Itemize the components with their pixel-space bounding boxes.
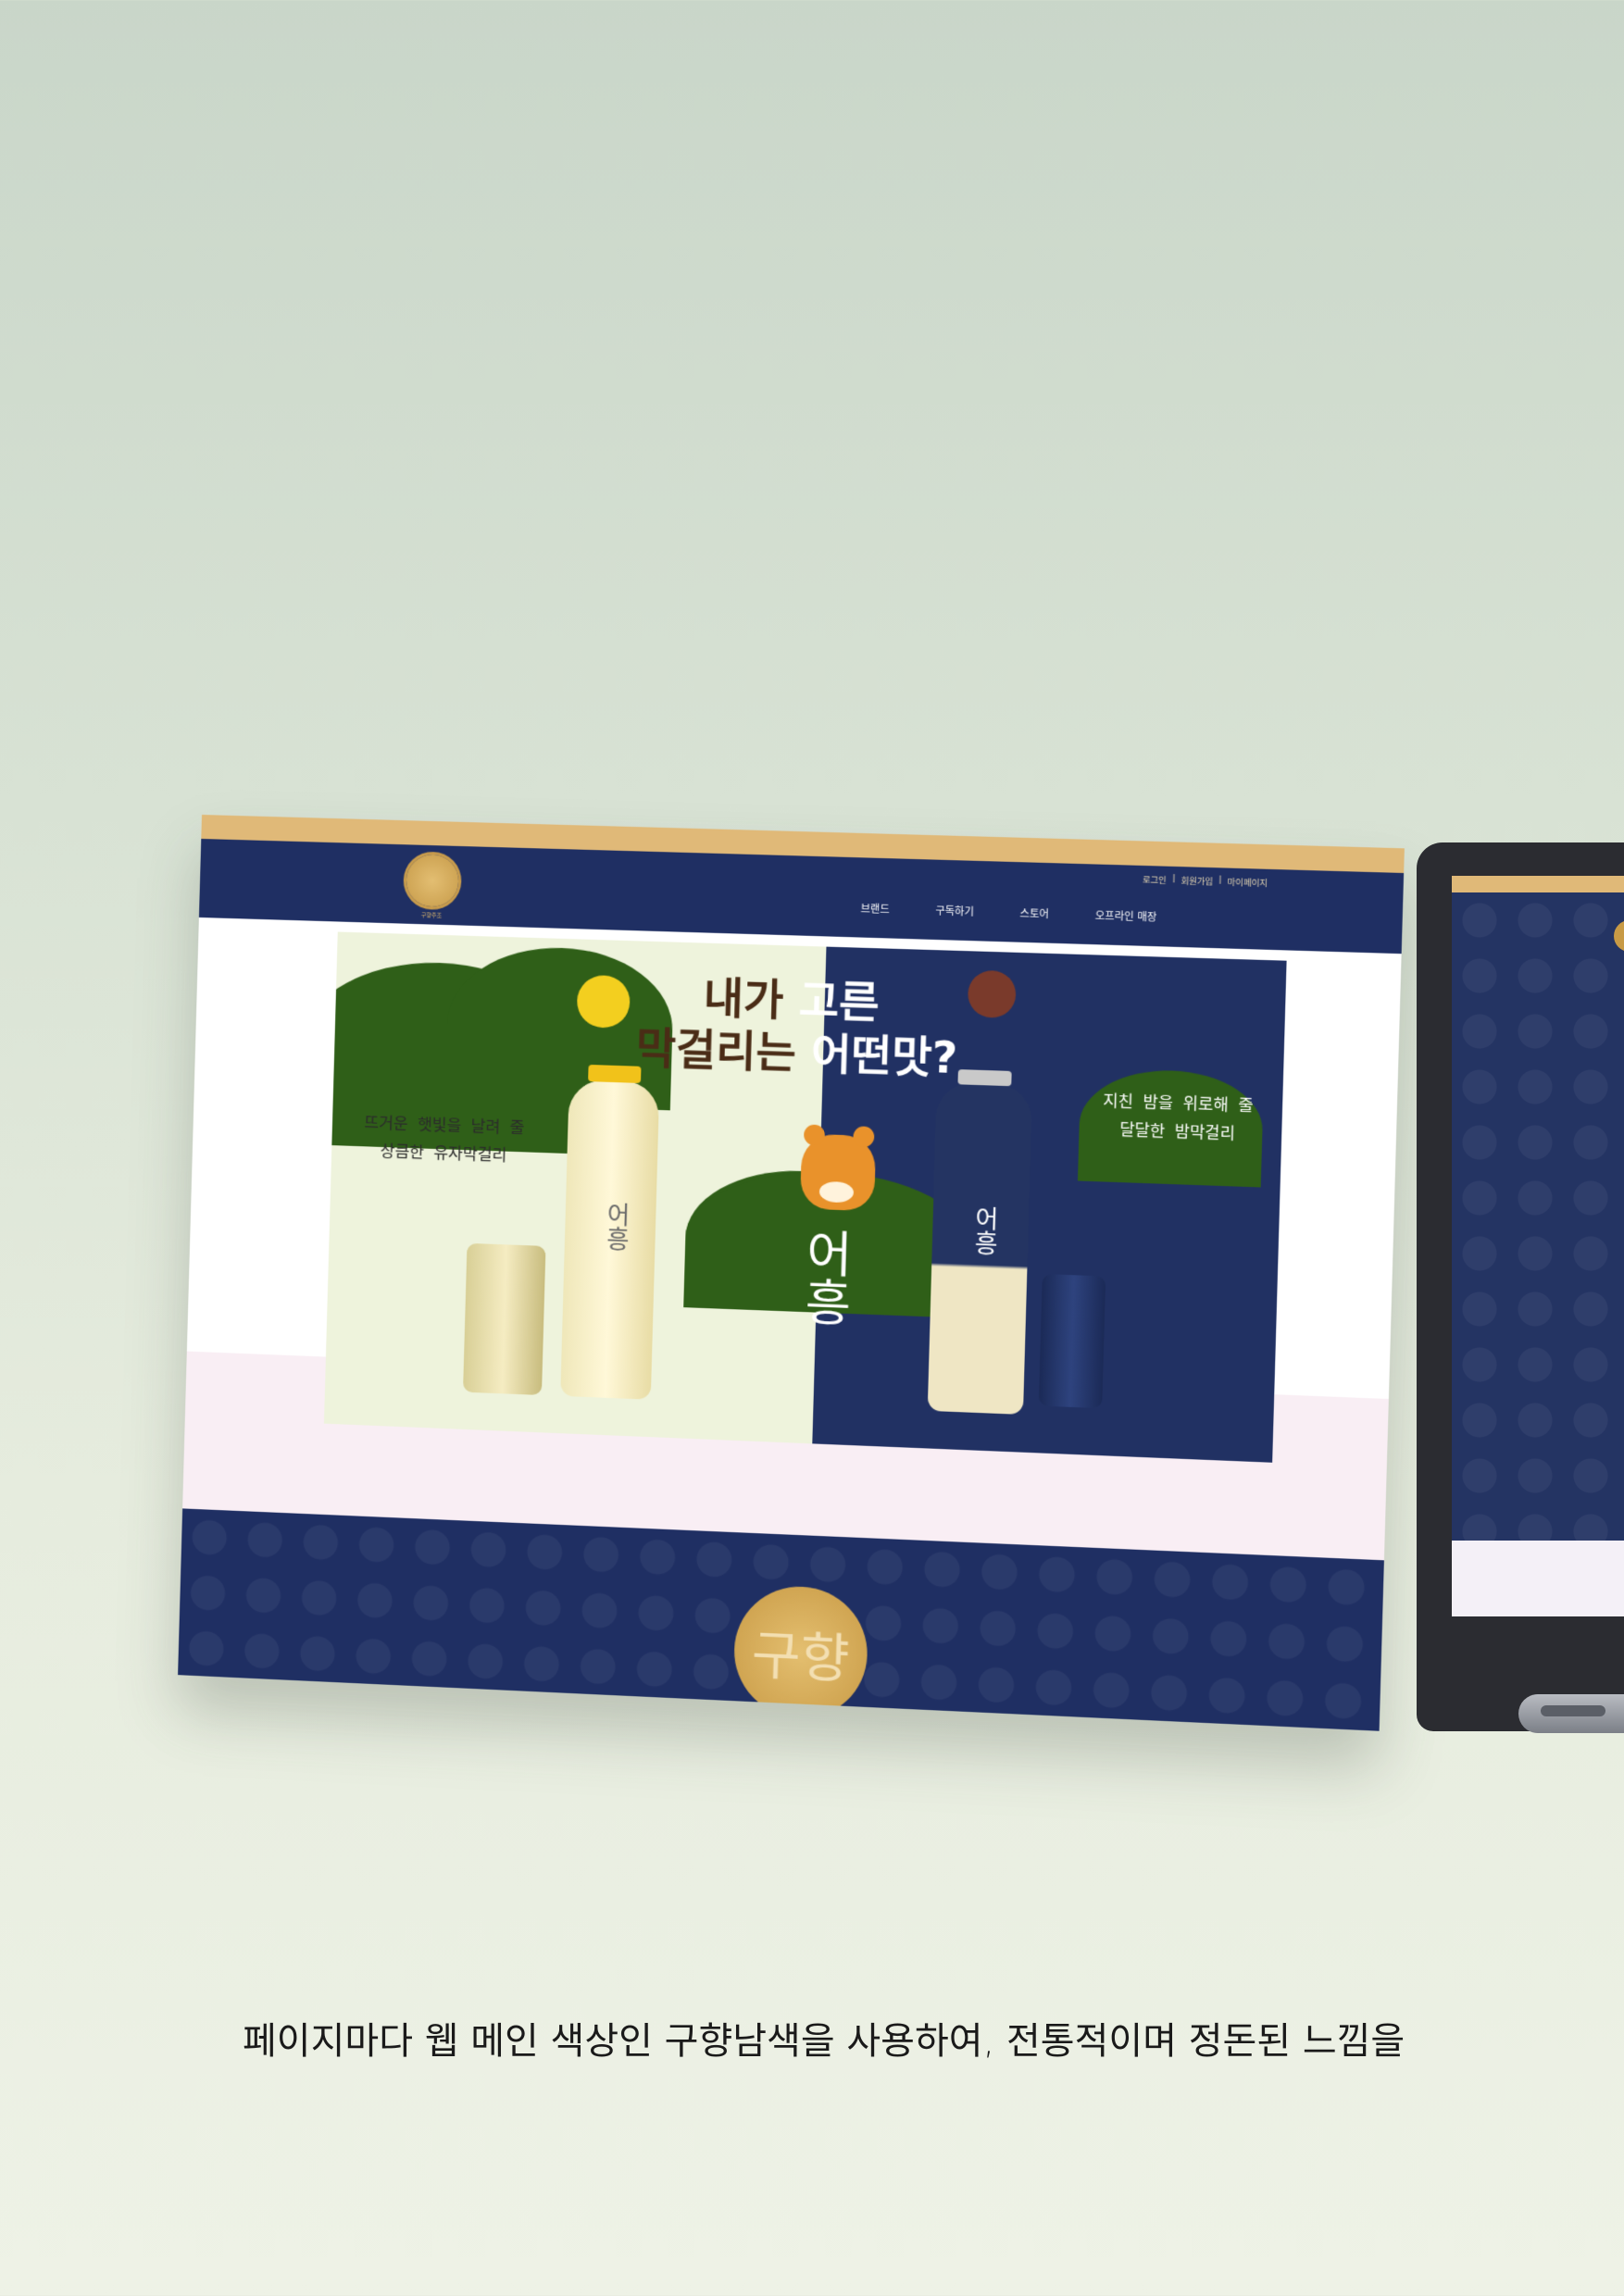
headline-word: 막걸리는 xyxy=(635,1022,797,1079)
util-separator: | xyxy=(1172,874,1176,884)
laptop-brand-emblem-icon xyxy=(1614,920,1624,952)
chestnut-icon xyxy=(967,969,1017,1019)
hero-headline: 내가 고른 막걸리는 어떤맛? xyxy=(635,971,959,1084)
brand-logo-icon[interactable] xyxy=(406,854,460,908)
bam-can xyxy=(1038,1274,1106,1409)
laptop-gold-stripe xyxy=(1452,876,1624,892)
tiger-ear xyxy=(853,1126,875,1148)
bottle-label-yuja: 어흥 xyxy=(601,1201,631,1252)
util-separator: | xyxy=(1218,875,1222,885)
login-link[interactable]: 로그인 xyxy=(1143,873,1167,886)
utility-links: 로그인 | 회원가입 | 마이페이지 xyxy=(1143,873,1268,889)
headline-word: 내가 xyxy=(703,971,785,1026)
laptop-screen xyxy=(1452,876,1624,1616)
brand-name-vertical: 어흥 xyxy=(793,1227,854,1328)
yuja-bottle-cap xyxy=(588,1064,642,1083)
bam-tagline: 지친 밤을 위로해 줄 달달한 밤막걸리 xyxy=(1081,1087,1275,1150)
mypage-link[interactable]: 마이페이지 xyxy=(1228,876,1268,889)
bam-bottle: 어흥 xyxy=(927,1081,1033,1415)
laptop-base xyxy=(1518,1694,1624,1733)
laptop-mockup xyxy=(1417,842,1624,1731)
headline-word: 어떤맛? xyxy=(810,1028,958,1084)
bottle-label-bam: 어흥 xyxy=(968,1204,1000,1255)
signup-link[interactable]: 회원가입 xyxy=(1181,874,1213,887)
bam-bottle-cap xyxy=(957,1069,1012,1087)
nav-item-brand[interactable]: 브랜드 xyxy=(860,901,890,917)
nav-item-store[interactable]: 스토어 xyxy=(1019,905,1049,921)
yuja-tagline: 뜨거운 햇빛을 날려 줄 상큼한 유자막걸리 xyxy=(350,1109,538,1171)
footer-logo-glyph: 구향 xyxy=(750,1625,851,1691)
logo-caption: 구향주조 xyxy=(420,912,443,919)
laptop-hinge xyxy=(1541,1705,1605,1716)
monitor-mockup: 구향주조 로그인 | 회원가입 | 마이페이지 브랜드 구독하기 스토어 오프라… xyxy=(178,815,1405,1731)
headline-word: 고른 xyxy=(798,975,881,1029)
footer-brand-emblem-icon: 구향 xyxy=(732,1583,869,1722)
description-caption: 페이지마다 웹 메인 색상인 구향남색을 사용하여, 전통적이며 정돈된 느낌을 xyxy=(243,2020,1405,2063)
yuja-bottle: 어흥 xyxy=(560,1079,660,1400)
nav-item-offline-store[interactable]: 오프라인 매장 xyxy=(1095,907,1157,924)
nav-item-subscribe[interactable]: 구독하기 xyxy=(935,903,974,918)
hero-banner[interactable]: 뜨거운 햇빛을 날려 줄 상큼한 유자막걸리 어흥 어흥 지친 밤을 위로해 줄… xyxy=(323,931,1287,1463)
laptop-navy-page xyxy=(1452,892,1624,1541)
main-nav: 브랜드 구독하기 스토어 오프라인 매장 xyxy=(860,901,1156,925)
yuja-can xyxy=(463,1242,546,1396)
